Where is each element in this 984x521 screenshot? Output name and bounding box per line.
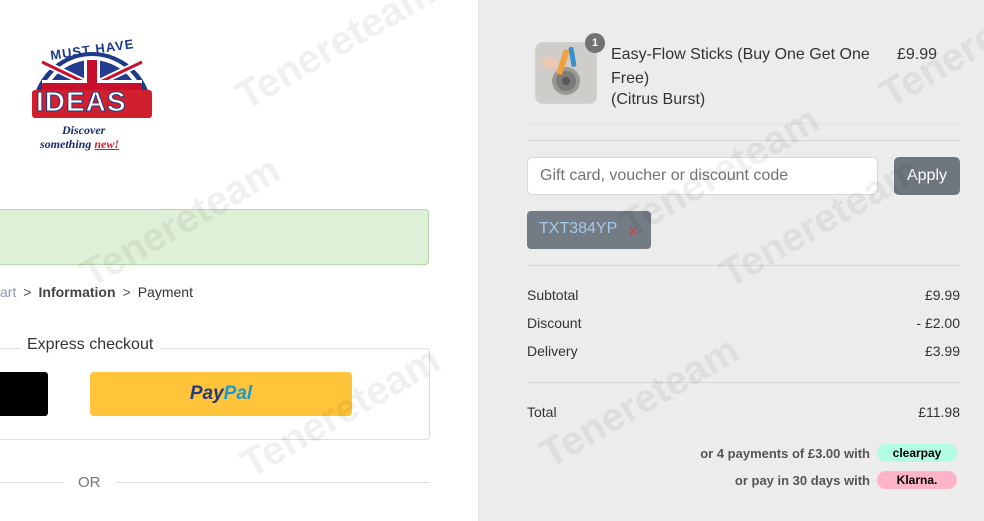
express-checkout-title: Express checkout [20,336,161,354]
order-summary: 1 Easy-Flow Sticks (Buy One Get One Free… [478,0,984,521]
klarna-text: or pay in 30 days with [734,472,870,488]
subtotal-label: Subtotal [527,287,579,303]
applied-discount-tag: TXT384YP x [527,211,651,249]
breadcrumb-separator: > [23,284,32,300]
watermark: Tenereteam [228,0,443,119]
divider [527,140,960,141]
paypal-label-pay: Pay [189,383,224,404]
applied-discount-code: TXT384YP [539,220,618,237]
apply-discount-button[interactable]: Apply [894,157,960,195]
clearpay-text: or 4 payments of £3.00 with [700,445,870,461]
divider [0,482,64,483]
product-name: Easy-Flow Sticks (Buy One Get One Free) [611,46,870,87]
klarna-message: or pay in 30 days with Klarna. [735,471,957,489]
breadcrumb-cart-link[interactable]: art [0,284,16,300]
express-pay-button[interactable] [0,372,48,416]
subtotal-value: £9.99 [924,287,960,303]
quantity-badge: 1 [585,33,605,53]
breadcrumb: art > Information > Payment [0,284,193,300]
delivery-value: £3.99 [924,343,960,359]
delivery-label: Delivery [527,343,578,359]
divider [527,382,960,383]
paypal-label-pal: Pal [223,383,253,404]
breadcrumb-separator: > [122,284,131,300]
klarna-badge[interactable]: Klarna. [877,471,957,489]
product-price: £9.99 [897,46,938,63]
discount-label: Discount [527,315,582,331]
clearpay-badge[interactable]: clearpay [877,444,957,462]
discount-code-input[interactable] [527,157,878,195]
paypal-button[interactable]: Pay Pal [90,372,352,416]
clearpay-message: or 4 payments of £3.00 with clearpay [700,444,957,462]
divider [116,482,430,483]
checkout-main: MUST HAVE IDEAS Discover something new! … [0,0,478,521]
drain-sink-icon [536,43,596,103]
breadcrumb-information[interactable]: Information [39,284,116,300]
divider [527,123,960,124]
discount-value: - £2.00 [916,315,960,331]
logo-tagline-new: new! [94,137,120,151]
breadcrumb-payment: Payment [137,284,193,300]
remove-discount-button[interactable]: x [629,222,637,239]
product-variant: (Citrus Burst) [611,91,706,108]
notice-banner [0,209,429,265]
or-separator-text: OR [78,474,101,491]
total-label: Total [527,404,557,420]
logo-tagline-line2: something new! [40,137,119,152]
product-image [535,42,597,104]
logo-text-main: IDEAS [36,86,127,118]
logo-tagline-text: something [40,137,95,151]
divider [527,265,960,266]
logo-tagline-line1: Discover [62,123,106,137]
total-value: £11.98 [918,404,960,420]
